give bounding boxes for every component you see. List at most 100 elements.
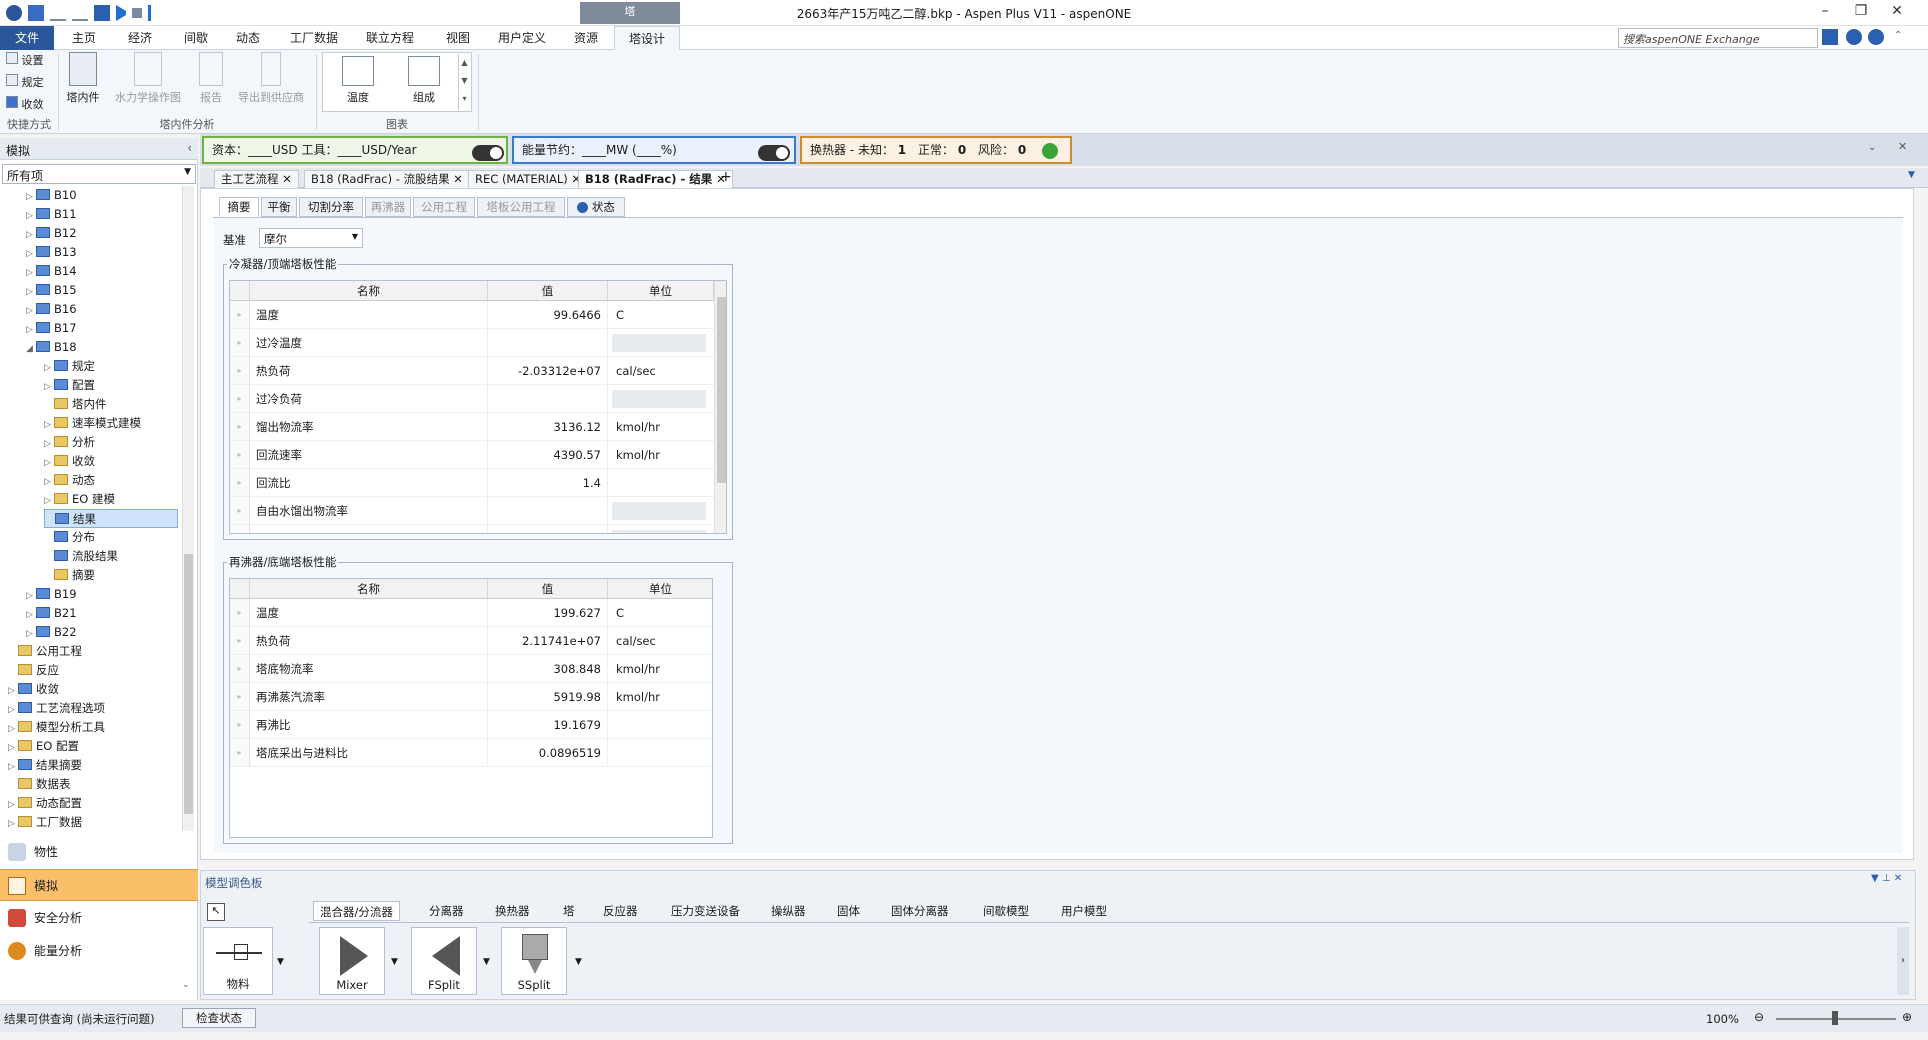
palette-tab-manipulators[interactable]: 操纵器 bbox=[771, 901, 806, 921]
tree-item[interactable]: 反应 bbox=[8, 661, 59, 680]
nav-properties[interactable]: 物性 bbox=[0, 836, 198, 868]
chevron-down-icon[interactable]: ▼ bbox=[575, 957, 582, 967]
row-header[interactable]: ▸ bbox=[230, 655, 250, 683]
row-header-corner[interactable] bbox=[230, 579, 250, 599]
tree-item[interactable]: ▷ 工厂数据 bbox=[8, 813, 82, 831]
tree-scrollbar-thumb[interactable] bbox=[184, 554, 193, 814]
row-unit-cell[interactable] bbox=[608, 739, 712, 767]
zoom-slider-thumb[interactable] bbox=[1832, 1011, 1838, 1025]
tree-item[interactable]: ▷ 模型分析工具 bbox=[8, 718, 105, 737]
tree-item[interactable]: ▷ B12 bbox=[26, 224, 77, 243]
tab-customize[interactable]: 用户定义 bbox=[490, 26, 554, 50]
gallery-scroll[interactable]: ▲ ▼ ▾ bbox=[458, 54, 470, 110]
exchange-search-input[interactable]: 搜索aspenONE Exchange bbox=[1618, 28, 1818, 48]
palette-tab-mixers[interactable]: 混合器/分流器 bbox=[313, 901, 400, 921]
table-scrollbar[interactable] bbox=[714, 281, 726, 533]
convergence-shortcut[interactable]: 收敛 bbox=[6, 96, 44, 112]
form-tab-summary[interactable]: 摘要 bbox=[219, 197, 259, 217]
tree-item[interactable]: 分布 bbox=[44, 528, 95, 547]
row-header[interactable]: ▸ bbox=[230, 627, 250, 655]
row-unit-cell[interactable] bbox=[608, 525, 714, 533]
report-button[interactable]: 报告 bbox=[194, 52, 228, 105]
zoom-in-icon[interactable]: ⊕ bbox=[1902, 1010, 1912, 1024]
search-icon[interactable] bbox=[1822, 29, 1838, 45]
palette-tab-solids-separators[interactable]: 固体分离器 bbox=[891, 901, 949, 921]
row-header[interactable]: ▸ bbox=[230, 469, 250, 497]
tree-scrollbar[interactable] bbox=[182, 186, 194, 831]
nav-simulation[interactable]: 模拟 bbox=[0, 869, 198, 901]
palette-tab-reactors[interactable]: 反应器 bbox=[603, 901, 638, 921]
tree-item[interactable]: ▷ B13 bbox=[26, 243, 77, 262]
nav-safety[interactable]: 安全分析 bbox=[0, 902, 198, 934]
form-tab-stage-utilities[interactable]: 塔板公用工程 bbox=[477, 197, 565, 217]
tree-item[interactable]: ▷ 结果摘要 bbox=[8, 756, 82, 775]
nav-overflow-icon[interactable]: ⌄ bbox=[182, 980, 190, 990]
row-header-corner[interactable] bbox=[230, 281, 250, 301]
row-header[interactable]: ▸ bbox=[230, 441, 250, 469]
basis-select[interactable]: 摩尔 ▼ bbox=[259, 228, 363, 248]
tree-item[interactable]: ▷ 分析 bbox=[44, 433, 95, 452]
tab-file[interactable]: 文件 bbox=[0, 26, 54, 50]
chevron-down-icon[interactable]: ⌄ bbox=[1868, 142, 1876, 153]
help-icon[interactable] bbox=[1868, 29, 1884, 45]
palette-tab-pressure-changers[interactable]: 压力变送设备 bbox=[671, 901, 740, 921]
close-icon[interactable]: ✕ bbox=[453, 172, 463, 186]
tree-item[interactable]: ◢ B18 bbox=[26, 338, 77, 357]
palette-tab-separators[interactable]: 分离器 bbox=[429, 901, 464, 921]
row-unit-cell[interactable]: C bbox=[608, 301, 714, 329]
specs-shortcut[interactable]: 规定 bbox=[6, 74, 44, 90]
tree-item[interactable]: ▷ 速率模式建模 bbox=[44, 414, 141, 433]
heat-exchanger-box[interactable]: 换热器 - 未知： 1 正常： 0 风险： 0 bbox=[800, 136, 1072, 164]
form-tab-status[interactable]: 状态 bbox=[567, 197, 625, 217]
tab-home[interactable]: 主页 bbox=[58, 26, 110, 50]
tree-item[interactable]: ▷ B21 bbox=[26, 604, 77, 623]
palette-tab-solids[interactable]: 固体 bbox=[837, 901, 860, 921]
tab-dynamics[interactable]: 动态 bbox=[222, 26, 274, 50]
palette-tab-columns[interactable]: 塔 bbox=[563, 901, 575, 921]
column-header[interactable]: 值 bbox=[488, 281, 608, 301]
row-unit-cell[interactable] bbox=[608, 385, 714, 413]
row-unit-cell[interactable]: cal/sec bbox=[608, 627, 712, 655]
tree-item[interactable]: ▷ 收敛 bbox=[44, 452, 95, 471]
tab-equation-oriented[interactable]: 联立方程 bbox=[354, 26, 426, 50]
tree-item[interactable]: ▷ 工艺流程选项 bbox=[8, 699, 105, 718]
status-ok-icon[interactable] bbox=[1042, 143, 1058, 159]
palette-item-fsplit[interactable]: FSplit bbox=[411, 927, 477, 995]
zoom-out-icon[interactable]: ⊖ bbox=[1754, 1010, 1764, 1024]
row-unit-cell[interactable]: kmol/hr bbox=[608, 441, 714, 469]
chevron-down-icon[interactable]: ▼ bbox=[277, 957, 284, 967]
row-unit-cell[interactable] bbox=[608, 711, 712, 739]
tree-item[interactable]: 流股结果 bbox=[44, 547, 118, 566]
tree-item[interactable]: ▷ B14 bbox=[26, 262, 77, 281]
palette-tab-user-models[interactable]: 用户模型 bbox=[1061, 901, 1107, 921]
tree-item[interactable]: 公用工程 bbox=[8, 642, 82, 661]
palette-tab-batch-models[interactable]: 间歇模型 bbox=[983, 901, 1029, 921]
palette-tab-exchangers[interactable]: 换热器 bbox=[495, 901, 530, 921]
row-header[interactable]: ▸ bbox=[230, 497, 250, 525]
tree-item[interactable]: ▷ B17 bbox=[26, 319, 77, 338]
temperature-chart-button[interactable]: 温度 bbox=[326, 56, 390, 105]
minimize-button[interactable]: – bbox=[1810, 3, 1840, 23]
nav-energy[interactable]: 能量分析 bbox=[0, 935, 198, 967]
tree-item[interactable]: ▷ B15 bbox=[26, 281, 77, 300]
palette-controls[interactable]: ▼ ⊥ ✕ bbox=[1871, 873, 1902, 884]
info-icon[interactable] bbox=[1846, 29, 1862, 45]
setup-shortcut[interactable]: 设置 bbox=[6, 52, 44, 68]
tree-item[interactable]: ▷ B10 bbox=[26, 186, 77, 205]
table-scrollbar-thumb[interactable] bbox=[717, 297, 726, 483]
row-unit-cell[interactable]: C bbox=[608, 599, 712, 627]
tab-list-icon[interactable]: ▼ bbox=[1908, 170, 1915, 180]
row-unit-cell[interactable]: kmol/hr bbox=[608, 413, 714, 441]
tree-filter-select[interactable]: 所有项 ▼ bbox=[2, 164, 196, 184]
palette-item-material[interactable]: 物料 bbox=[203, 927, 273, 995]
tree-item[interactable]: 结果 bbox=[44, 509, 178, 528]
tree-item[interactable]: ▷ B16 bbox=[26, 300, 77, 319]
tree-item[interactable]: ▷ 配置 bbox=[44, 376, 95, 395]
row-header[interactable]: ▸ bbox=[230, 329, 250, 357]
check-status-button[interactable]: 检查状态 bbox=[182, 1008, 256, 1028]
form-tab-utilities[interactable]: 公用工程 bbox=[413, 197, 475, 217]
column-header[interactable]: 名称 bbox=[250, 281, 488, 301]
tree-expander-icon[interactable]: ◢ bbox=[26, 340, 36, 359]
form-tab-split-fraction[interactable]: 切割分率 bbox=[299, 197, 363, 217]
row-header[interactable]: ▸ bbox=[230, 525, 250, 533]
